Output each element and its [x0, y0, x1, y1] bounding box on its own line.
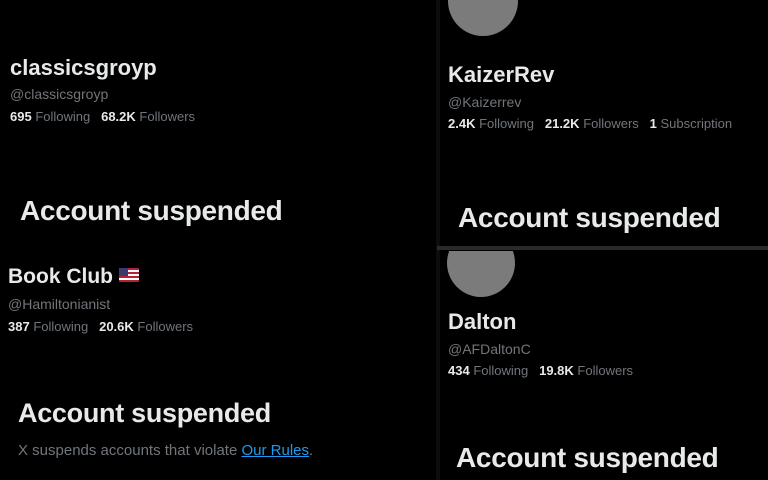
account-suspended-heading: Account suspended [458, 202, 721, 233]
profile-name-row: Book Club [8, 265, 139, 289]
profile-name: Book Club [8, 265, 113, 288]
followers-count: 68.2K [101, 109, 136, 124]
following-link[interactable]: 695 Following [10, 109, 90, 124]
suspension-description-text: X suspends accounts that violate [18, 442, 242, 459]
following-link[interactable]: 387 Following [8, 319, 88, 334]
profile-stats: 2.4K Following 21.2K Followers 1 Subscri… [448, 116, 732, 131]
followers-count: 19.8K [539, 363, 574, 378]
following-label: Following [33, 319, 89, 334]
our-rules-link[interactable]: Our Rules [241, 442, 309, 459]
following-label: Following [35, 109, 91, 124]
followers-link[interactable]: 21.2K Followers [545, 116, 639, 131]
profile-name: Dalton [448, 309, 517, 334]
profile-panel-kaizerrev: KaizerRev @Kaizerrev 2.4K Following 21.2… [440, 0, 768, 245]
profile-handle: @AFDaltonC [448, 341, 531, 357]
followers-label: Followers [139, 109, 196, 124]
suspension-description: X suspends accounts that violate Our Rul… [18, 442, 313, 459]
followers-link[interactable]: 20.6K Followers [99, 319, 193, 334]
following-count: 387 [8, 319, 30, 334]
followers-label: Followers [577, 363, 634, 378]
profile-stats: 387 Following 20.6K Followers [8, 319, 193, 334]
panel-divider-horizontal [437, 246, 768, 250]
following-count: 2.4K [448, 116, 476, 131]
following-count: 695 [10, 109, 32, 124]
profile-handle: @Hamiltonianist [8, 296, 111, 312]
subscriptions-label: Subscription [660, 116, 733, 131]
avatar[interactable] [448, 0, 518, 36]
profile-handle: @Kaizerrev [448, 94, 522, 110]
followers-link[interactable]: 19.8K Followers [539, 363, 633, 378]
us-flag-icon [119, 268, 139, 282]
following-link[interactable]: 2.4K Following [448, 116, 534, 131]
profile-panel-book-club: Book Club @Hamiltonianist 387 Following … [0, 247, 436, 480]
followers-label: Followers [583, 116, 639, 131]
profile-name: classicsgroyp [10, 55, 157, 80]
subscriptions-count: 1 [649, 116, 657, 131]
account-suspended-heading: Account suspended [456, 442, 719, 473]
suspension-description-end: . [309, 442, 314, 459]
avatar[interactable] [447, 251, 515, 297]
followers-label: Followers [137, 319, 194, 334]
profile-panel-classicsgroyp: classicsgroyp @classicsgroyp 695 Followi… [0, 0, 436, 245]
account-suspended-heading: Account suspended [18, 398, 271, 428]
profile-name: KaizerRev [448, 62, 555, 87]
following-label: Following [473, 363, 529, 378]
profile-stats: 434 Following 19.8K Followers [448, 363, 633, 378]
following-label: Following [479, 116, 535, 131]
profile-panel-dalton: Dalton @AFDaltonC 434 Following 19.8K Fo… [440, 251, 768, 480]
profile-handle: @classicsgroyp [10, 86, 109, 102]
followers-count: 21.2K [544, 116, 580, 131]
profile-stats: 695 Following 68.2K Followers [10, 109, 195, 124]
followers-link[interactable]: 68.2K Followers [101, 109, 195, 124]
subscriptions-link[interactable]: 1 Subscription [650, 116, 732, 131]
following-count: 434 [448, 363, 470, 378]
account-suspended-heading: Account suspended [20, 195, 283, 226]
followers-count: 20.6K [99, 319, 134, 334]
following-link[interactable]: 434 Following [448, 363, 528, 378]
